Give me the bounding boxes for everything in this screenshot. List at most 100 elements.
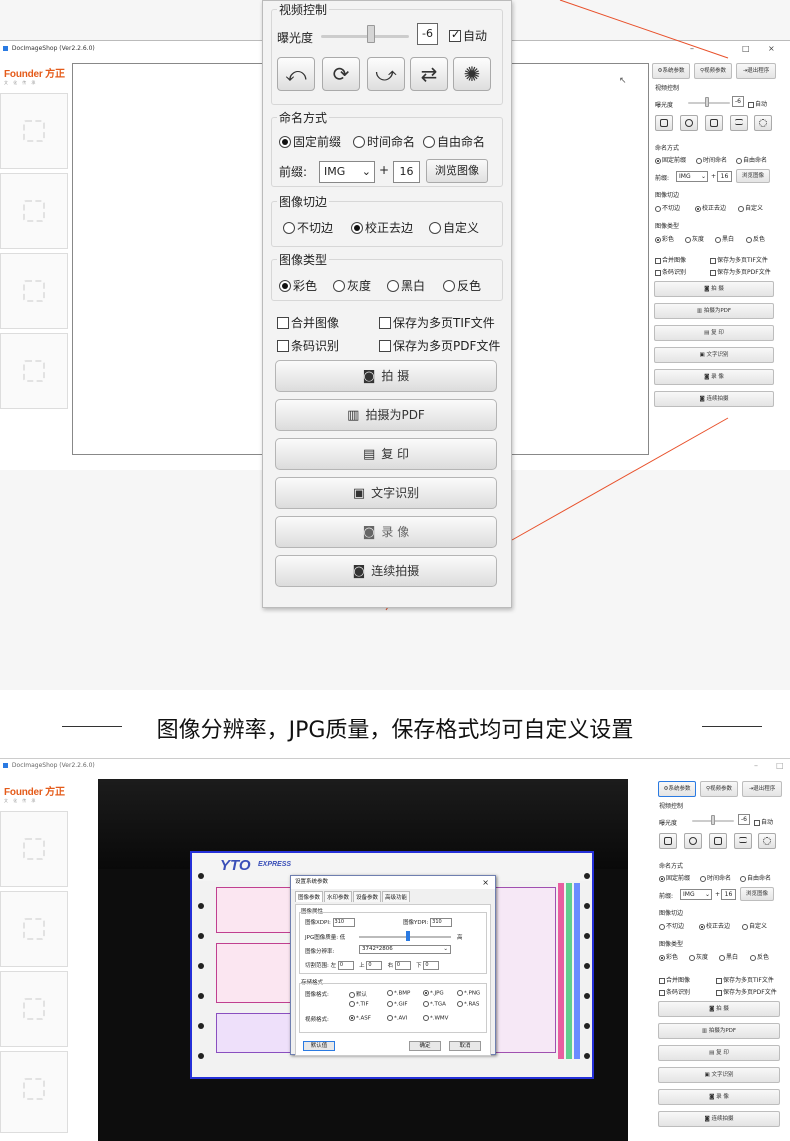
number-field[interactable]: 16 [721,889,736,900]
format-jpg[interactable]: *.JPG [423,990,444,997]
video-format-avi[interactable]: *.AVI [387,1015,407,1022]
naming-option-free[interactable]: 自由命名 [423,133,485,150]
copy-button[interactable]: ▤ 复 印 [275,438,497,470]
type-option-invert[interactable]: 反色 [443,277,481,294]
video-params-button[interactable]: ⚲视频参数 [700,781,738,797]
rotate-auto-icon[interactable] [684,833,702,849]
crop-left-field[interactable]: 0 [337,961,354,970]
type-option-bw[interactable]: 黑白 [387,277,425,294]
crop-option-correct[interactable]: 校正去边 [699,921,730,930]
camera-preview[interactable]: YTO EXPRESS 设置系统参数 × 图像参数 水印参数 设备参数 高级功能… [98,779,628,1141]
auto-checkbox[interactable]: 自动 [449,27,487,44]
exposure-value[interactable]: -6 [417,23,438,45]
naming-option-fixed[interactable]: 固定前缀 [279,133,341,150]
prefix-select[interactable]: IMG ⌄ [680,889,712,900]
ocr-button[interactable]: ▣ 文字识别 [275,477,497,509]
format-ras[interactable]: *.RAS [457,1001,479,1008]
thumbnail[interactable] [0,891,68,967]
multi-pdf-checkbox[interactable]: 保存为多页PDF文件 [716,987,777,996]
ydpi-field[interactable]: 310 [430,918,453,927]
record-button[interactable]: ◙ 录 像 [658,1089,780,1105]
thumbnail[interactable] [0,1051,68,1133]
prefix-select[interactable]: IMG ⌄ [319,161,375,183]
quality-slider-knob[interactable] [406,931,410,941]
format-default[interactable]: 默认 [349,990,367,998]
maximize-button[interactable]: □ [776,759,784,773]
cancel-button[interactable]: 取消 [449,1041,481,1051]
tab-advanced[interactable]: 高级功能 [382,891,411,902]
multi-tif-checkbox[interactable]: 保存为多页TIF文件 [716,975,774,984]
type-option-color[interactable]: 彩色 [659,952,678,961]
quality-slider[interactable] [359,936,451,938]
capture-pdf-button[interactable]: ▥ 拍摄为PDF [275,399,497,431]
format-png[interactable]: *.PNG [457,990,480,997]
naming-option-free[interactable]: 自由命名 [740,873,771,882]
video-format-wmv[interactable]: *.WMV [423,1015,448,1022]
exit-button[interactable]: ⇥退出程序 [742,781,782,797]
crop-option-custom[interactable]: 自定义 [429,219,479,236]
capture-pdf-button[interactable]: ▥ 拍摄为PDF [658,1023,780,1039]
naming-option-fixed[interactable]: 固定前缀 [659,873,690,882]
tab-watermark-params[interactable]: 水印参数 [324,891,353,902]
type-option-gray[interactable]: 灰度 [689,952,708,961]
crop-option-none[interactable]: 不切边 [659,921,684,930]
rotate-auto-icon[interactable]: ⟳ [322,57,360,91]
ocr-button[interactable]: ▣ 文字识别 [658,1067,780,1083]
multi-tif-checkbox[interactable]: 保存为多页TIF文件 [379,314,495,331]
format-gif[interactable]: *.GIF [387,1001,408,1008]
number-field[interactable]: 16 [393,161,420,183]
ok-button[interactable]: 确定 [409,1041,441,1051]
tab-device-params[interactable]: 设备参数 [353,891,382,902]
browse-images-button[interactable]: 浏览图像 [740,887,774,901]
crop-right-field[interactable]: 0 [394,961,411,970]
brightness-icon[interactable]: ✺ [453,57,491,91]
rotate-right-icon[interactable] [709,833,727,849]
thumbnail[interactable] [0,811,68,887]
thumbnail[interactable] [0,971,68,1047]
continuous-capture-button[interactable]: ◙ 连续拍摄 [658,1111,780,1127]
xdpi-field[interactable]: 310 [332,918,355,927]
default-values-button[interactable]: 默认值 [303,1041,335,1051]
exposure-value[interactable]: -6 [738,814,750,825]
brightness-icon[interactable] [758,833,776,849]
crop-option-none[interactable]: 不切边 [283,219,333,236]
capture-button[interactable]: ◙ 拍 摄 [658,1001,780,1017]
multi-pdf-checkbox[interactable]: 保存为多页PDF文件 [379,337,500,354]
crop-bottom-field[interactable]: 0 [423,961,440,970]
crop-option-correct[interactable]: 校正去边 [351,219,413,236]
rotate-left-icon[interactable]: ⤺ [277,57,315,91]
swap-icon[interactable]: ⇄ [410,57,448,91]
record-button[interactable]: ◙ 录 像 [275,516,497,548]
format-tif[interactable]: *.TIF [349,1001,369,1008]
system-params-button[interactable]: ⚙系统参数 [658,781,696,797]
copy-button[interactable]: ▤ 复 印 [658,1045,780,1061]
continuous-capture-button[interactable]: ◙ 连续拍摄 [275,555,497,587]
video-format-asf[interactable]: *.ASF [349,1015,371,1022]
type-option-invert[interactable]: 反色 [750,952,769,961]
naming-option-time[interactable]: 时间命名 [700,873,731,882]
capture-button[interactable]: ◙ 拍 摄 [275,360,497,392]
barcode-checkbox[interactable]: 条码识别 [659,987,690,996]
exposure-slider-knob[interactable] [367,25,375,43]
type-option-bw[interactable]: 黑白 [719,952,738,961]
type-option-color[interactable]: 彩色 [279,277,317,294]
exposure-slider-knob[interactable] [711,815,715,825]
rotate-right-icon[interactable]: ⤻ [367,57,405,91]
resolution-select[interactable]: 3742*2806 ⌄ [359,945,451,954]
minimize-button[interactable]: – [754,759,758,773]
swap-icon[interactable] [734,833,752,849]
format-tga[interactable]: *.TGA [423,1001,446,1008]
browse-images-button[interactable]: 浏览图像 [426,159,488,183]
format-bmp[interactable]: *.BMP [387,990,410,997]
rotate-left-icon[interactable] [659,833,677,849]
dialog-close-button[interactable]: × [482,876,489,889]
merge-checkbox[interactable]: 合并图像 [277,314,339,331]
auto-checkbox[interactable]: 自动 [754,817,773,826]
merge-checkbox[interactable]: 合并图像 [659,975,690,984]
tab-image-params[interactable]: 图像参数 [295,891,324,902]
barcode-checkbox[interactable]: 条码识别 [277,337,339,354]
crop-option-custom[interactable]: 自定义 [742,921,767,930]
naming-option-time[interactable]: 时间命名 [353,133,415,150]
crop-top-field[interactable]: 0 [366,961,383,970]
type-option-gray[interactable]: 灰度 [333,277,371,294]
